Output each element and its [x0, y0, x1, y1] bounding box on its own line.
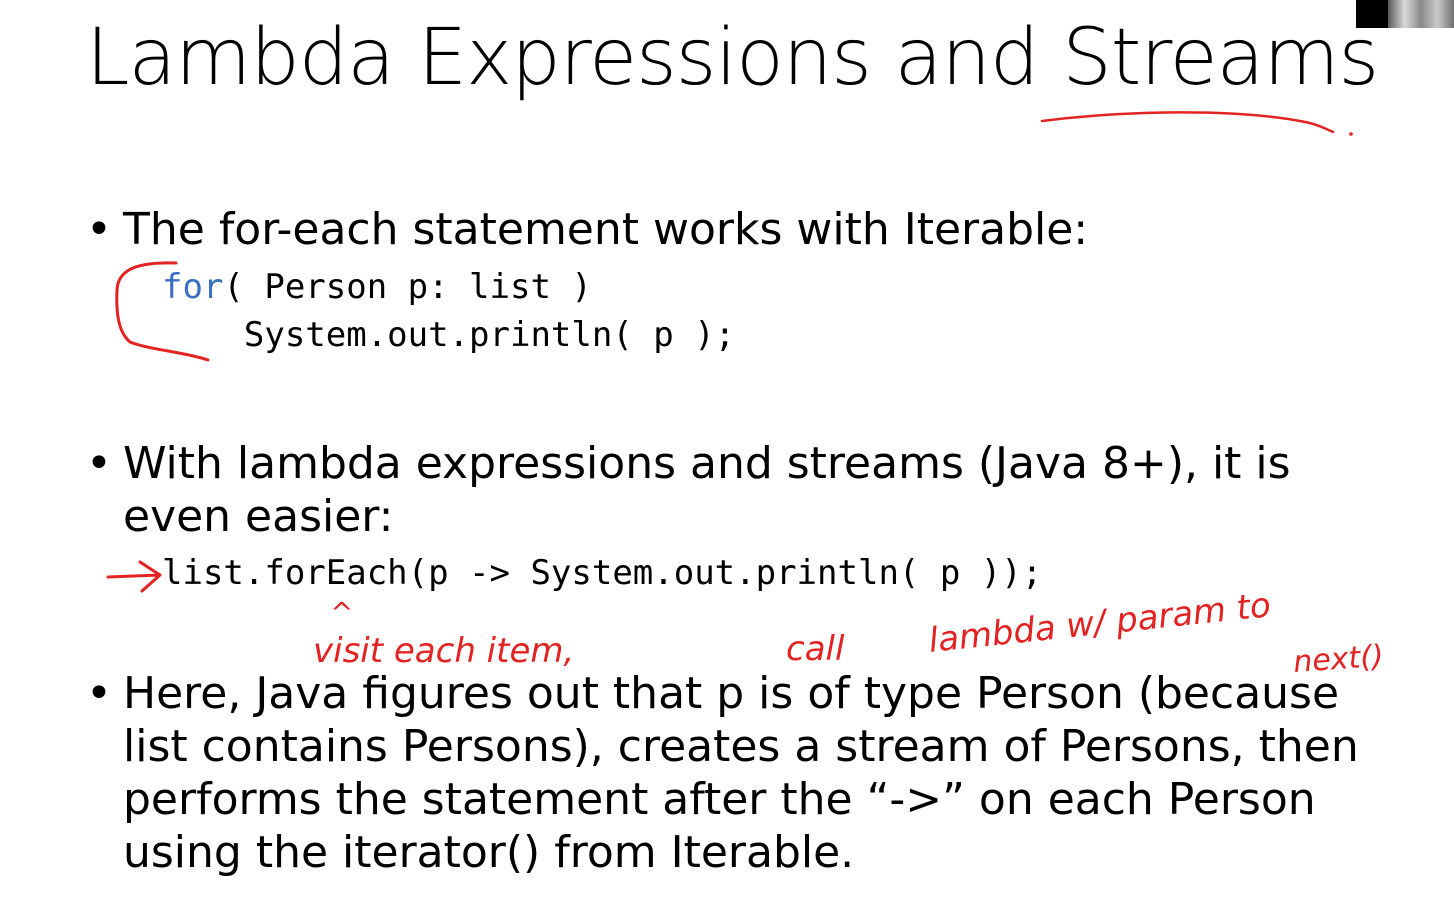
bullet-3-text-line-4: using the iterator() from Iterable.	[123, 827, 855, 878]
ink-title-underline	[1040, 111, 1335, 134]
code-lambda-line: list.forEach(p -> System.out.println( p …	[162, 553, 1043, 593]
ink-caret: ^	[330, 596, 353, 629]
bullet-1-text: The for-each statement works with Iterab…	[123, 204, 1089, 255]
bullet-2-text-line-2: even easier:	[123, 491, 394, 542]
webcam-thumbnail	[1356, 0, 1454, 28]
webcam-video	[1388, 0, 1454, 28]
bullet-3-text-line-1: Here, Java figures out that p is of type…	[123, 668, 1340, 719]
slide-title: Lambda Expressions and Streams	[86, 13, 1379, 103]
bullet-3-text-line-2: list contains Persons), creates a stream…	[123, 721, 1359, 772]
slide: Lambda Expressions and Streams • The for…	[0, 0, 1454, 923]
code-foreach-line-1: for( Person p: list )	[162, 263, 592, 311]
code-foreach-line-2: System.out.println( p );	[162, 315, 736, 355]
code-foreach-line-1-rest: ( Person p: list )	[223, 267, 592, 307]
ink-note-visit-each-item: visit each item,	[313, 631, 574, 671]
bullet-3-text-line-3: performs the statement after the “->” on…	[123, 774, 1316, 825]
bullet-dot: •	[86, 438, 112, 489]
code-keyword-for: for	[162, 267, 224, 307]
ink-note-call: call	[786, 629, 845, 669]
bullet-dot: •	[86, 204, 112, 255]
ink-dot	[1349, 132, 1353, 136]
bullet-2-text-line-1: With lambda expressions and streams (Jav…	[123, 438, 1291, 489]
ink-arrow-icon	[106, 560, 162, 593]
bullet-dot: •	[86, 668, 112, 719]
